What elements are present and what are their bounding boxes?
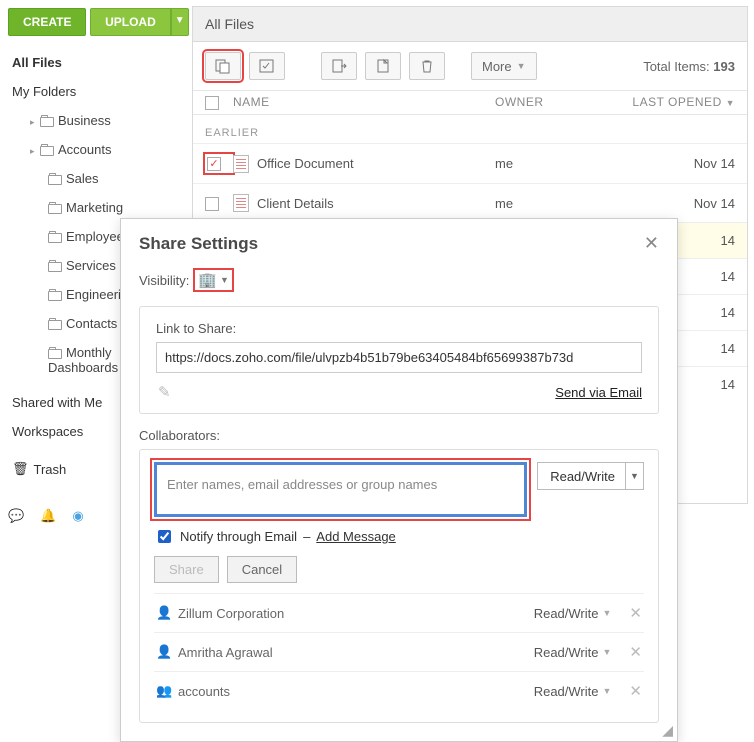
row-permission[interactable]: Read/Write xyxy=(534,606,599,621)
collaborators-label: Collaborators: xyxy=(139,428,659,443)
notify-label: Notify through Email xyxy=(180,529,297,544)
document-icon xyxy=(233,194,249,212)
export-button[interactable] xyxy=(321,52,357,80)
document-icon xyxy=(233,155,249,173)
sidebar-all-files[interactable]: All Files xyxy=(8,48,188,77)
visibility-selector[interactable]: 🏢 ▼ xyxy=(193,268,234,292)
table-row[interactable]: Office Document me Nov 14 xyxy=(193,143,747,184)
sidebar-my-folders[interactable]: My Folders xyxy=(8,77,188,106)
remove-collaborator-button[interactable]: ✕ xyxy=(629,682,642,700)
sidebar-folder-accounts[interactable]: ▸Accounts xyxy=(8,135,188,164)
folder-icon xyxy=(48,349,62,359)
col-date[interactable]: LAST OPENED ▼ xyxy=(615,95,735,110)
send-via-email-link[interactable]: Send via Email xyxy=(555,385,642,400)
presence-icon[interactable]: ◉ xyxy=(72,508,83,524)
sidebar-folder-business[interactable]: ▸Business xyxy=(8,106,188,135)
upload-button[interactable]: UPLOAD xyxy=(90,8,171,36)
visibility-label: Visibility: xyxy=(139,273,189,288)
bell-icon[interactable]: 🔔 xyxy=(40,508,56,524)
create-button[interactable]: CREATE xyxy=(8,8,86,36)
trash-icon: 🗑 xyxy=(12,461,29,477)
folder-icon xyxy=(40,146,54,156)
total-items: Total Items: 193 xyxy=(643,59,735,74)
row-permission[interactable]: Read/Write xyxy=(534,684,599,699)
chevron-down-icon: ▼ xyxy=(625,463,643,489)
notify-checkbox[interactable] xyxy=(158,530,171,543)
remove-collaborator-button[interactable]: ✕ xyxy=(629,643,642,661)
folder-icon xyxy=(48,175,62,185)
permission-select[interactable]: Read/Write ▼ xyxy=(537,462,644,490)
folder-icon xyxy=(48,233,62,243)
select-all-checkbox[interactable] xyxy=(205,96,219,110)
folder-icon xyxy=(48,204,62,214)
row-checkbox[interactable] xyxy=(207,157,221,171)
panel-title: All Files xyxy=(193,7,747,42)
share-submit-button[interactable]: Share xyxy=(154,556,219,583)
share-button[interactable] xyxy=(205,52,241,80)
collaborator-row: 👥 accounts Read/Write ▼ ✕ xyxy=(154,671,644,710)
share-link-field[interactable]: https://docs.zoho.com/file/ulvpzb4b51b79… xyxy=(156,342,642,373)
row-checkbox[interactable] xyxy=(205,197,219,211)
add-message-link[interactable]: Add Message xyxy=(316,529,396,544)
chevron-down-icon: ▼ xyxy=(517,61,526,71)
chevron-down-icon[interactable]: ▼ xyxy=(603,647,612,657)
chevron-down-icon: ▼ xyxy=(220,275,229,285)
chevron-down-icon[interactable]: ▼ xyxy=(603,686,612,696)
task-button[interactable] xyxy=(249,52,285,80)
table-row[interactable]: Client Details me Nov 14 xyxy=(193,183,747,222)
modal-title: Share Settings xyxy=(139,234,644,254)
sidebar-folder-sales[interactable]: Sales xyxy=(8,164,188,193)
upload-dropdown-toggle[interactable]: ▼ xyxy=(171,8,189,36)
link-label: Link to Share: xyxy=(156,321,642,336)
folder-icon xyxy=(48,291,62,301)
collaborator-row: 👤 Zillum Corporation Read/Write ▼ ✕ xyxy=(154,593,644,632)
person-icon: 👤 xyxy=(156,644,170,660)
collaborator-row: 👤 Amritha Agrawal Read/Write ▼ ✕ xyxy=(154,632,644,671)
row-permission[interactable]: Read/Write xyxy=(534,645,599,660)
collaborator-input[interactable]: Enter names, email addresses or group na… xyxy=(154,462,527,517)
copy-button[interactable] xyxy=(365,52,401,80)
organization-icon: 🏢 xyxy=(198,271,217,289)
folder-icon xyxy=(40,117,54,127)
chevron-down-icon[interactable]: ▼ xyxy=(603,608,612,618)
chat-icon[interactable]: 💬 xyxy=(8,508,24,524)
toolbar: More▼ Total Items: 193 xyxy=(193,42,747,90)
person-icon: 👤 xyxy=(156,605,170,621)
close-button[interactable]: ✕ xyxy=(644,233,659,254)
group-earlier: EARLIER xyxy=(193,115,747,143)
cancel-button[interactable]: Cancel xyxy=(227,556,297,583)
col-owner[interactable]: OWNER xyxy=(495,95,615,110)
col-name[interactable]: NAME xyxy=(233,95,495,110)
delete-button[interactable] xyxy=(409,52,445,80)
folder-icon xyxy=(48,320,62,330)
share-settings-modal: Share Settings ✕ Visibility: 🏢 ▼ Link to… xyxy=(120,218,678,742)
remove-collaborator-button[interactable]: ✕ xyxy=(629,604,642,622)
more-menu[interactable]: More▼ xyxy=(471,52,537,80)
folder-icon xyxy=(48,262,62,272)
edit-link-button[interactable]: ✎ xyxy=(158,383,171,401)
group-icon: 👥 xyxy=(156,683,170,699)
